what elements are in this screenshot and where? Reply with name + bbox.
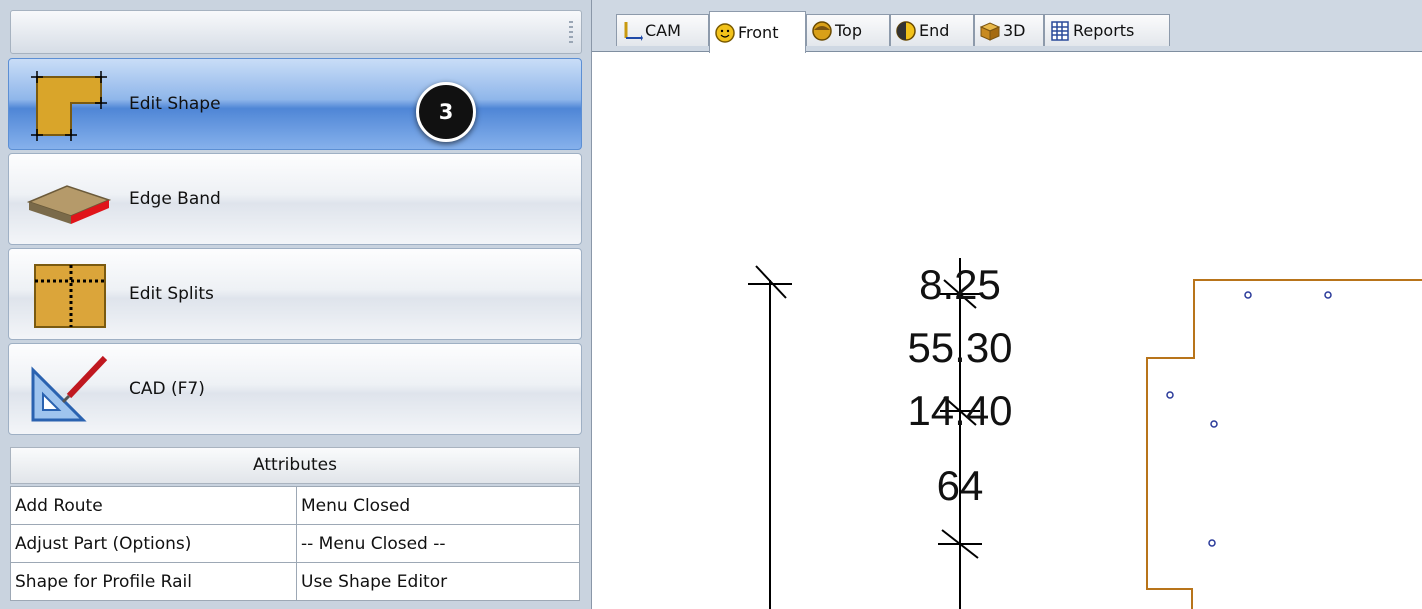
attribute-value[interactable]: -- Menu Closed -- [296,524,580,563]
dimension-label: 55.30 [907,324,1012,371]
attribute-name: Add Route [10,486,297,525]
3d-box-icon [979,21,1001,41]
tab-end-label: End [919,21,950,40]
tab-front-label: Front [738,23,779,42]
tab-top-label: Top [835,21,862,40]
table-row[interactable]: Adjust Part (Options) -- Menu Closed -- [10,524,580,563]
edit-splits-icon [34,264,106,328]
tab-cam-label: CAM [645,21,681,40]
tab-end[interactable]: End [890,14,974,46]
dimension-label: 64 [937,462,984,509]
attributes-header: Attributes [10,447,580,484]
panel-header [10,10,582,54]
attribute-name: Shape for Profile Rail [10,562,297,601]
cad-label: CAD (F7) [129,379,205,399]
command-panel: Edit Shape Edge Band Edit Splits CAD (F7… [0,0,592,609]
hole [1166,391,1174,399]
edge-band-label: Edge Band [129,189,221,209]
edit-shape-label: Edit Shape [129,94,221,114]
tab-cam[interactable]: CAM [616,14,709,46]
edge-band-button[interactable]: Edge Band [8,153,582,245]
view-tabs: CAM Front Top End 3D Reports [592,0,1422,53]
edit-shape-button[interactable]: Edit Shape [8,58,582,150]
table-row[interactable]: Shape for Profile Rail Use Shape Editor [10,562,580,601]
reports-icon [1051,20,1069,41]
end-face-icon [896,20,916,41]
part-outline [1146,279,1422,609]
tab-reports[interactable]: Reports [1044,14,1170,46]
tab-3d[interactable]: 3D [974,14,1044,46]
hole [1244,291,1252,299]
cad-button[interactable]: CAD (F7) [8,343,582,435]
table-row[interactable]: Add Route Menu Closed [10,486,580,525]
front-face-icon [715,22,735,43]
attribute-value[interactable]: Menu Closed [296,486,580,525]
hole [1210,420,1218,428]
tab-3d-label: 3D [1003,21,1026,40]
front-view-canvas[interactable]: 8.25 55.30 14.40 64 [592,52,1422,609]
edit-shape-icon [31,71,107,141]
grip-handle[interactable] [569,21,573,45]
edit-splits-label: Edit Splits [129,284,214,304]
dimension-label: 8.25 [919,261,1001,308]
drill-holes [1166,291,1332,547]
edge-band-icon [27,185,111,224]
tab-top[interactable]: Top [806,14,890,46]
view-panel: CAM Front Top End 3D Reports 8.25 55.30 … [592,0,1422,609]
top-face-icon [812,20,832,41]
dimension-label: 14.40 [907,387,1012,434]
edit-splits-button[interactable]: Edit Splits [8,248,582,340]
step-badge: 3 [416,82,476,142]
attribute-value[interactable]: Use Shape Editor [296,562,580,601]
attribute-name: Adjust Part (Options) [10,524,297,563]
tab-reports-label: Reports [1073,21,1135,40]
hole [1208,539,1216,547]
cam-axes-icon [624,21,643,41]
tab-front[interactable]: Front [709,11,806,53]
attributes-table: Add Route Menu Closed Adjust Part (Optio… [10,486,580,601]
hole [1324,291,1332,299]
cad-icon [31,355,108,422]
